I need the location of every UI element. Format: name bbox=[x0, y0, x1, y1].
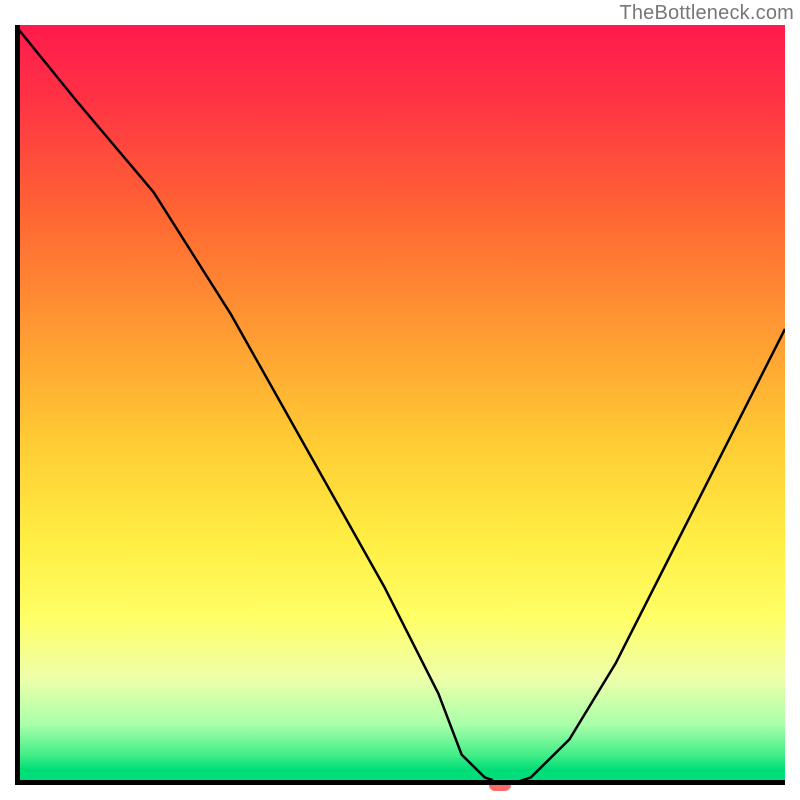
watermark-text: TheBottleneck.com bbox=[619, 2, 794, 25]
bottleneck-curve bbox=[15, 25, 785, 785]
chart-container: TheBottleneck.com bbox=[0, 0, 800, 800]
curve-svg bbox=[15, 25, 785, 785]
y-axis bbox=[15, 25, 20, 785]
x-axis bbox=[15, 780, 785, 785]
